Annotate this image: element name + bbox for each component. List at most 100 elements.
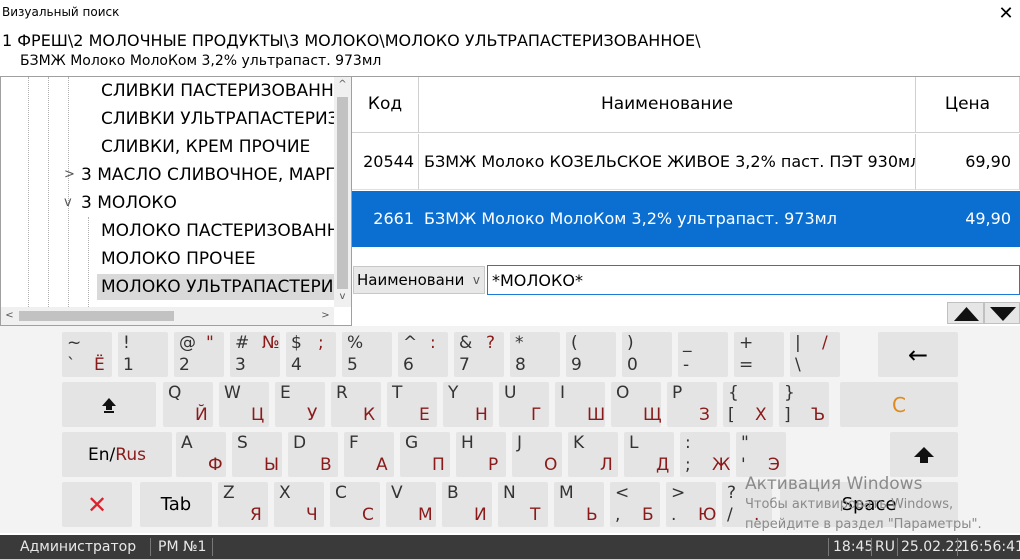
keyboard-key[interactable]: TЕ (387, 382, 437, 427)
keyboard-key[interactable]: % 5 (342, 332, 392, 377)
tree-node[interactable]: МОЛОКО ПАСТЕРИЗОВАННОЕ (97, 218, 334, 244)
key-glyph: Н (475, 405, 488, 425)
key-glyph: ? (727, 483, 737, 503)
tab-key[interactable]: Tab (140, 482, 212, 527)
nav-up-button[interactable] (947, 302, 984, 324)
keyboard-key[interactable]: " ' Э (736, 432, 786, 477)
keyboard-key[interactable]: {[Х (723, 382, 773, 427)
keyboard-key[interactable]: WЦ (219, 382, 269, 427)
keyboard-key[interactable]: (9 (566, 332, 616, 377)
nav-down-button[interactable] (984, 302, 1020, 324)
key-glyph: Ы (264, 455, 279, 475)
keyboard-key[interactable]: >. Ю (666, 482, 716, 527)
keyboard-key[interactable]: XЧ (274, 482, 324, 527)
keyboard-key[interactable]: #3 № (230, 332, 280, 377)
keyboard-key[interactable]: OЩ (611, 382, 662, 427)
cancel-key[interactable]: ✕ (62, 482, 132, 527)
keyboard-key[interactable]: _ - (678, 332, 728, 377)
keyboard-key[interactable]: FА (344, 432, 394, 477)
keyboard-key[interactable]: UГ (499, 382, 549, 427)
keyboard-key[interactable]: QЙ (163, 382, 213, 427)
keyboard-key[interactable]: & 7? (454, 332, 504, 377)
keyboard-key[interactable]: :; Ж (680, 432, 730, 477)
column-header-code[interactable]: Код (352, 77, 419, 133)
scroll-up-icon[interactable]: ^ (334, 79, 351, 90)
key-glyph: - (683, 355, 690, 375)
key-glyph: 5 (347, 355, 358, 375)
tree-node[interactable]: 3 МАСЛО СЛИВОЧНОЕ, МАРГАРИН (77, 162, 334, 188)
keyboard-key[interactable]: YН (443, 382, 493, 427)
key-glyph: # (235, 333, 250, 353)
keyboard-key[interactable]: EУ (275, 382, 325, 427)
tab-up-key[interactable] (62, 382, 156, 427)
keyboard-key[interactable]: VМ (386, 482, 436, 527)
key-glyph: Э (768, 455, 780, 475)
column-header-name[interactable]: Наименование (419, 77, 916, 133)
tree-node[interactable]: СЛИВКИ, КРЕМ ПРОЧИЕ (97, 134, 334, 160)
key-glyph: : (430, 333, 436, 353)
scroll-down-icon[interactable]: v (334, 291, 351, 302)
keyboard-key[interactable]: MЬ (554, 482, 604, 527)
keyboard-key[interactable]: ~ ` Ё (62, 332, 112, 377)
key-glyph: ; (685, 455, 691, 475)
keyboard-key[interactable]: JО (512, 432, 562, 477)
search-input[interactable] (487, 265, 1020, 295)
keyboard-key[interactable]: AФ (176, 432, 226, 477)
keyboard-key[interactable]: LД (624, 432, 674, 477)
chevron-down-icon[interactable]: v (64, 190, 72, 216)
keyboard-key[interactable]: CС (330, 482, 380, 527)
status-bar: Администратор РМ №1 18:45 RU 25.02.22 16… (0, 535, 1020, 559)
language-switch-key[interactable]: En/Rus (62, 432, 172, 477)
keyboard-key[interactable]: HР (456, 432, 506, 477)
keyboard-key[interactable]: ^ 6: (398, 332, 448, 377)
tree-node[interactable]: СЛИВКИ ПАСТЕРИЗОВАННЫЕ (97, 78, 334, 104)
key-glyph: Ю (698, 505, 717, 525)
keyboard-key[interactable]: @2 " (174, 332, 224, 377)
chevron-right-icon[interactable]: > (64, 162, 75, 188)
column-header-price[interactable]: Цена (916, 77, 1020, 133)
scroll-right-icon[interactable]: > (317, 310, 334, 321)
keyboard-key[interactable]: $4; (286, 332, 336, 377)
filter-field-select[interactable]: Наименовани v (353, 266, 485, 294)
tree-node[interactable]: СЛИВКИ УЛЬТРАПАСТЕРИЗОВАННЫЕ (97, 106, 334, 132)
backspace-key[interactable]: ← (878, 332, 958, 377)
tree-node[interactable]: МОЛОКО ПРОЧЕЕ (97, 246, 334, 272)
keyboard-key[interactable]: ZЯ (218, 482, 268, 527)
keyboard-key[interactable]: }] Ъ (779, 382, 829, 427)
keyboard-key[interactable]: KЛ (568, 432, 618, 477)
keyboard-key[interactable]: DВ (288, 432, 338, 477)
keyboard-key[interactable]: PЗ (667, 382, 717, 427)
tree-horizontal-scrollbar[interactable]: < > (1, 307, 334, 325)
keyboard-key[interactable]: IШ (555, 382, 605, 427)
key-glyph: @ (179, 333, 196, 353)
keyboard-key[interactable]: ! 1 (118, 332, 168, 377)
status-clock: 16:56:41 (961, 539, 1020, 555)
scroll-thumb[interactable] (337, 97, 348, 289)
tree-node[interactable]: 3 МОЛОКО (77, 190, 334, 216)
activation-watermark-title: Активация Windows (745, 474, 923, 494)
keyboard-key[interactable]: BИ (442, 482, 492, 527)
filter-field-label: Наименовани (357, 271, 465, 289)
tree-vertical-scrollbar[interactable]: ^ v (334, 77, 351, 307)
scroll-left-icon[interactable]: < (1, 310, 18, 321)
keyboard-key[interactable]: + = (734, 332, 784, 377)
key-glyph: * (515, 333, 524, 353)
key-glyph: А (376, 455, 388, 475)
keyboard-key[interactable]: | \ / (790, 332, 840, 377)
product-grid[interactable]: Код Наименование Цена 20544 БЗМЖ Молоко К… (352, 76, 1020, 256)
keyboard-key[interactable]: * 8 (510, 332, 560, 377)
scroll-thumb[interactable] (19, 311, 174, 321)
category-tree[interactable]: СЛИВКИ ПАСТЕРИЗОВАННЫЕ СЛИВКИ УЛЬТРАПАСТЕ… (0, 76, 352, 326)
keyboard-key[interactable]: SЫ (232, 432, 282, 477)
keyboard-key[interactable]: GП (400, 432, 450, 477)
language-label: En/Rus (62, 432, 172, 477)
clear-key[interactable]: C (840, 382, 958, 427)
shift-key[interactable] (890, 432, 958, 477)
keyboard-key[interactable]: <, Б (610, 482, 660, 527)
tree-node[interactable]: МОЛОКО УЛЬТРАПАСТЕРИЗОВАННОЕ (97, 274, 334, 300)
close-button[interactable]: ✕ (992, 2, 1020, 26)
keyboard-key[interactable]: NТ (498, 482, 548, 527)
keyboard-key[interactable]: RК (331, 382, 381, 427)
key-glyph: 8 (515, 355, 526, 375)
keyboard-key[interactable]: ) 0 (622, 332, 672, 377)
